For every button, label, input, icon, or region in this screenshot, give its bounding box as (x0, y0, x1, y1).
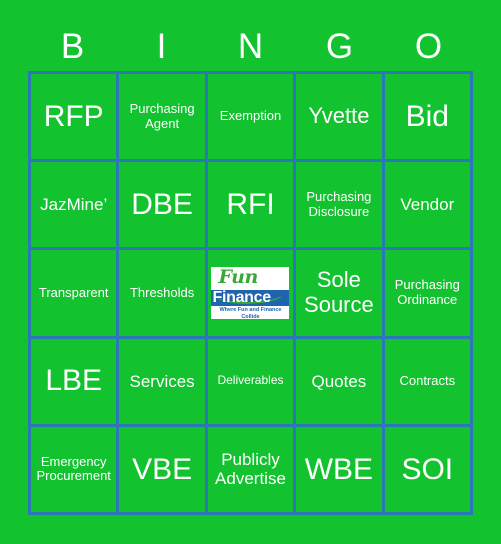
bingo-cell-label: RFP (43, 99, 104, 133)
bingo-cell[interactable]: Exemption (207, 74, 297, 163)
bingo-cell-label: LBE (45, 364, 103, 398)
bingo-cell[interactable]: LBE (31, 338, 120, 427)
bingo-cell-label: Emergency Procurement (36, 453, 111, 484)
bingo-cell[interactable]: VBE (119, 426, 208, 515)
bingo-cell-label: WBE (304, 452, 374, 486)
bingo-cell-label: Services (129, 371, 195, 391)
bingo-cell-label: Quotes (311, 371, 367, 391)
header-letter-b: B (60, 26, 85, 66)
bingo-cell-label: RFI (226, 187, 275, 221)
bingo-cell-label: Sole Source (304, 267, 374, 317)
bingo-cell-label: Deliverables (217, 373, 284, 388)
bingo-cell-label: Thresholds (129, 284, 195, 300)
bingo-cell-label: Exemption (219, 108, 282, 124)
bingo-card: B I N G O RFP Purchasing Agent Exemption Yv… (0, 0, 501, 544)
bingo-cell-label: Bid (405, 99, 449, 133)
bingo-cell[interactable]: Yvette (296, 74, 385, 163)
bingo-cell[interactable]: Thresholds (119, 250, 208, 339)
logo-tagline: Where Fun and Finance Collide (219, 306, 282, 319)
bingo-cell[interactable]: Purchasing Disclosure (296, 162, 385, 251)
logo-word-fun: Fun (218, 266, 258, 288)
bingo-cell-label: DBE (131, 187, 193, 221)
bingo-cell[interactable]: Services (119, 338, 208, 427)
bingo-cell[interactable]: RFP (31, 74, 120, 163)
bingo-cell[interactable]: Contracts (384, 338, 473, 427)
bingo-grid: RFP Purchasing Agent Exemption Yvette Bid Jaz… (28, 71, 473, 515)
bingo-cell-label: Publicly Advertise (215, 450, 286, 489)
logo-word-finance: Finance (212, 288, 271, 306)
bingo-cell[interactable]: Quotes (296, 338, 385, 427)
bingo-cell[interactable]: Emergency Procurement (31, 426, 120, 515)
bingo-cell[interactable]: Vendor (384, 162, 473, 251)
header-letter-o: O (414, 26, 443, 66)
bingo-cell[interactable]: Purchasing Agent (119, 74, 208, 163)
bingo-cell-label: JazMine’ (40, 195, 108, 215)
header-letter-g: G (325, 26, 354, 66)
bingo-cell[interactable]: Bid (384, 74, 473, 163)
bingo-cell-label: Transparent (38, 284, 109, 300)
bingo-cell-label: Yvette (308, 103, 370, 129)
bingo-cell-label: Vendor (400, 195, 455, 215)
bingo-cell[interactable]: Deliverables (207, 338, 297, 427)
bingo-header: B I N G O (28, 22, 473, 70)
bingo-cell[interactable]: JazMine’ (31, 162, 120, 251)
fun-finance-logo: Fun Finance Where Fun and Finance Collide (211, 266, 290, 319)
bingo-cell[interactable]: WBE (296, 426, 385, 515)
header-letter-i: I (156, 26, 167, 66)
bingo-cell[interactable]: Purchasing Ordinance (384, 250, 473, 339)
bingo-cell-label: VBE (132, 452, 193, 486)
bingo-cell[interactable]: DBE (119, 162, 208, 251)
bingo-cell-free-space[interactable]: Fun Finance Where Fun and Finance Collide (207, 250, 297, 339)
bingo-cell[interactable]: Publicly Advertise (207, 426, 297, 515)
bingo-cell-label: Purchasing Ordinance (394, 277, 460, 307)
bingo-cell[interactable]: Sole Source (296, 250, 385, 339)
bingo-cell[interactable]: SOI (384, 426, 473, 515)
bingo-cell[interactable]: RFI (207, 162, 297, 251)
header-letter-n: N (237, 26, 264, 66)
bingo-cell-label: Purchasing Agent (129, 101, 195, 131)
bingo-cell-label: Contracts (399, 372, 456, 388)
bingo-cell-label: Purchasing Disclosure (306, 189, 372, 219)
bingo-cell-label: SOI (401, 452, 454, 486)
bingo-cell[interactable]: Transparent (31, 250, 120, 339)
